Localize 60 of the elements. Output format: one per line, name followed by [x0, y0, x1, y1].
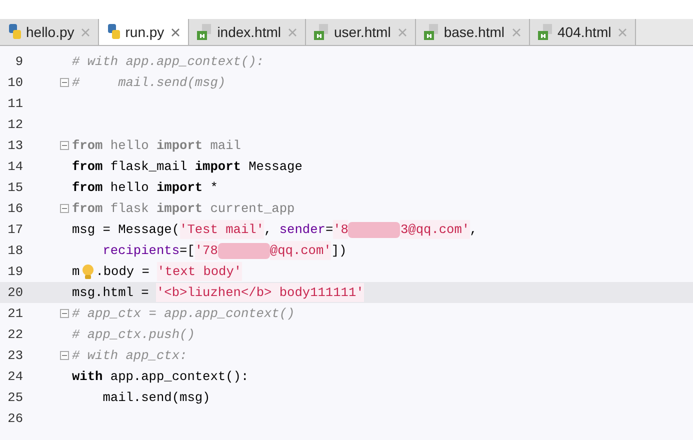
code-line: # with app_ctx:: [72, 346, 188, 365]
line-number: 17: [6, 220, 24, 239]
code-line: # mail.send(msg): [72, 74, 226, 92]
line-number: 24: [6, 368, 24, 386]
fold-icon[interactable]: [60, 78, 69, 87]
line-number: 22: [6, 326, 24, 344]
tab-label: index.html: [217, 22, 281, 42]
tab-label: hello.py: [26, 22, 74, 42]
close-icon[interactable]: [171, 28, 180, 36]
python-file-icon: [8, 24, 22, 40]
code-line: with app.app_context():: [72, 368, 249, 386]
html-file-icon: [197, 24, 214, 40]
redaction-mark: [218, 242, 270, 258]
line-number: 26: [6, 410, 24, 428]
fold-icon[interactable]: [60, 204, 69, 213]
code-line: from flask_mail import Message: [72, 158, 302, 176]
fold-icon[interactable]: [60, 141, 69, 150]
code-line: # with app.app_context():: [72, 52, 264, 71]
fold-icon[interactable]: [60, 309, 69, 318]
line-number: 16: [6, 200, 24, 218]
line-number: 9: [14, 52, 24, 71]
line-number: 10: [6, 74, 24, 92]
file-tab[interactable]: 404.html: [530, 19, 636, 45]
code-line: recipients=['78 @qq.com']): [72, 240, 347, 260]
tab-label: user.html: [334, 22, 391, 42]
python-file-icon: [107, 24, 122, 40]
code-line: # app_ctx.push(): [72, 326, 195, 344]
code-line: # app_ctx = app.app_context(): [72, 304, 295, 323]
line-number: 25: [6, 388, 24, 407]
file-tab[interactable]: run.py: [99, 19, 190, 45]
line-number: 18: [6, 242, 24, 260]
code-line: msg = Message('Test mail', sender='8 3@qq.com',: [72, 220, 478, 240]
fold-icon[interactable]: [60, 351, 69, 360]
html-file-icon: [538, 24, 554, 40]
line-number: 19: [6, 262, 24, 281]
code-line: msg.html = '<b>liuzhen</b> body111111': [72, 282, 364, 302]
line-number: 12: [6, 116, 24, 134]
tab-label: 404.html: [558, 22, 612, 42]
line-number: 15: [6, 178, 24, 197]
line-number: 20: [6, 284, 24, 302]
file-tab[interactable]: index.html: [189, 19, 306, 45]
redaction-mark: [348, 222, 400, 238]
tab-label: run.py: [125, 22, 164, 42]
tab-label: base.html: [444, 22, 505, 42]
line-number: 13: [6, 136, 24, 155]
file-tab[interactable]: hello.py: [0, 19, 100, 45]
code-line: m .body = 'text body': [72, 262, 242, 282]
line-number: 23: [6, 346, 24, 365]
file-tab[interactable]: user.html: [306, 19, 416, 45]
file-tab[interactable]: base.html: [416, 19, 530, 45]
line-number: 11: [6, 94, 24, 113]
code-line: mail.send(msg): [102, 388, 210, 407]
code-line: from hello import *: [72, 178, 218, 197]
code-line: from flask import current_app: [72, 200, 295, 218]
html-file-icon: [424, 24, 440, 40]
html-file-icon: [314, 24, 330, 40]
lightbulb-icon: [80, 264, 96, 280]
code-line: from hello import mail: [72, 136, 241, 155]
line-number: 14: [6, 158, 24, 176]
line-number: 21: [6, 304, 24, 323]
